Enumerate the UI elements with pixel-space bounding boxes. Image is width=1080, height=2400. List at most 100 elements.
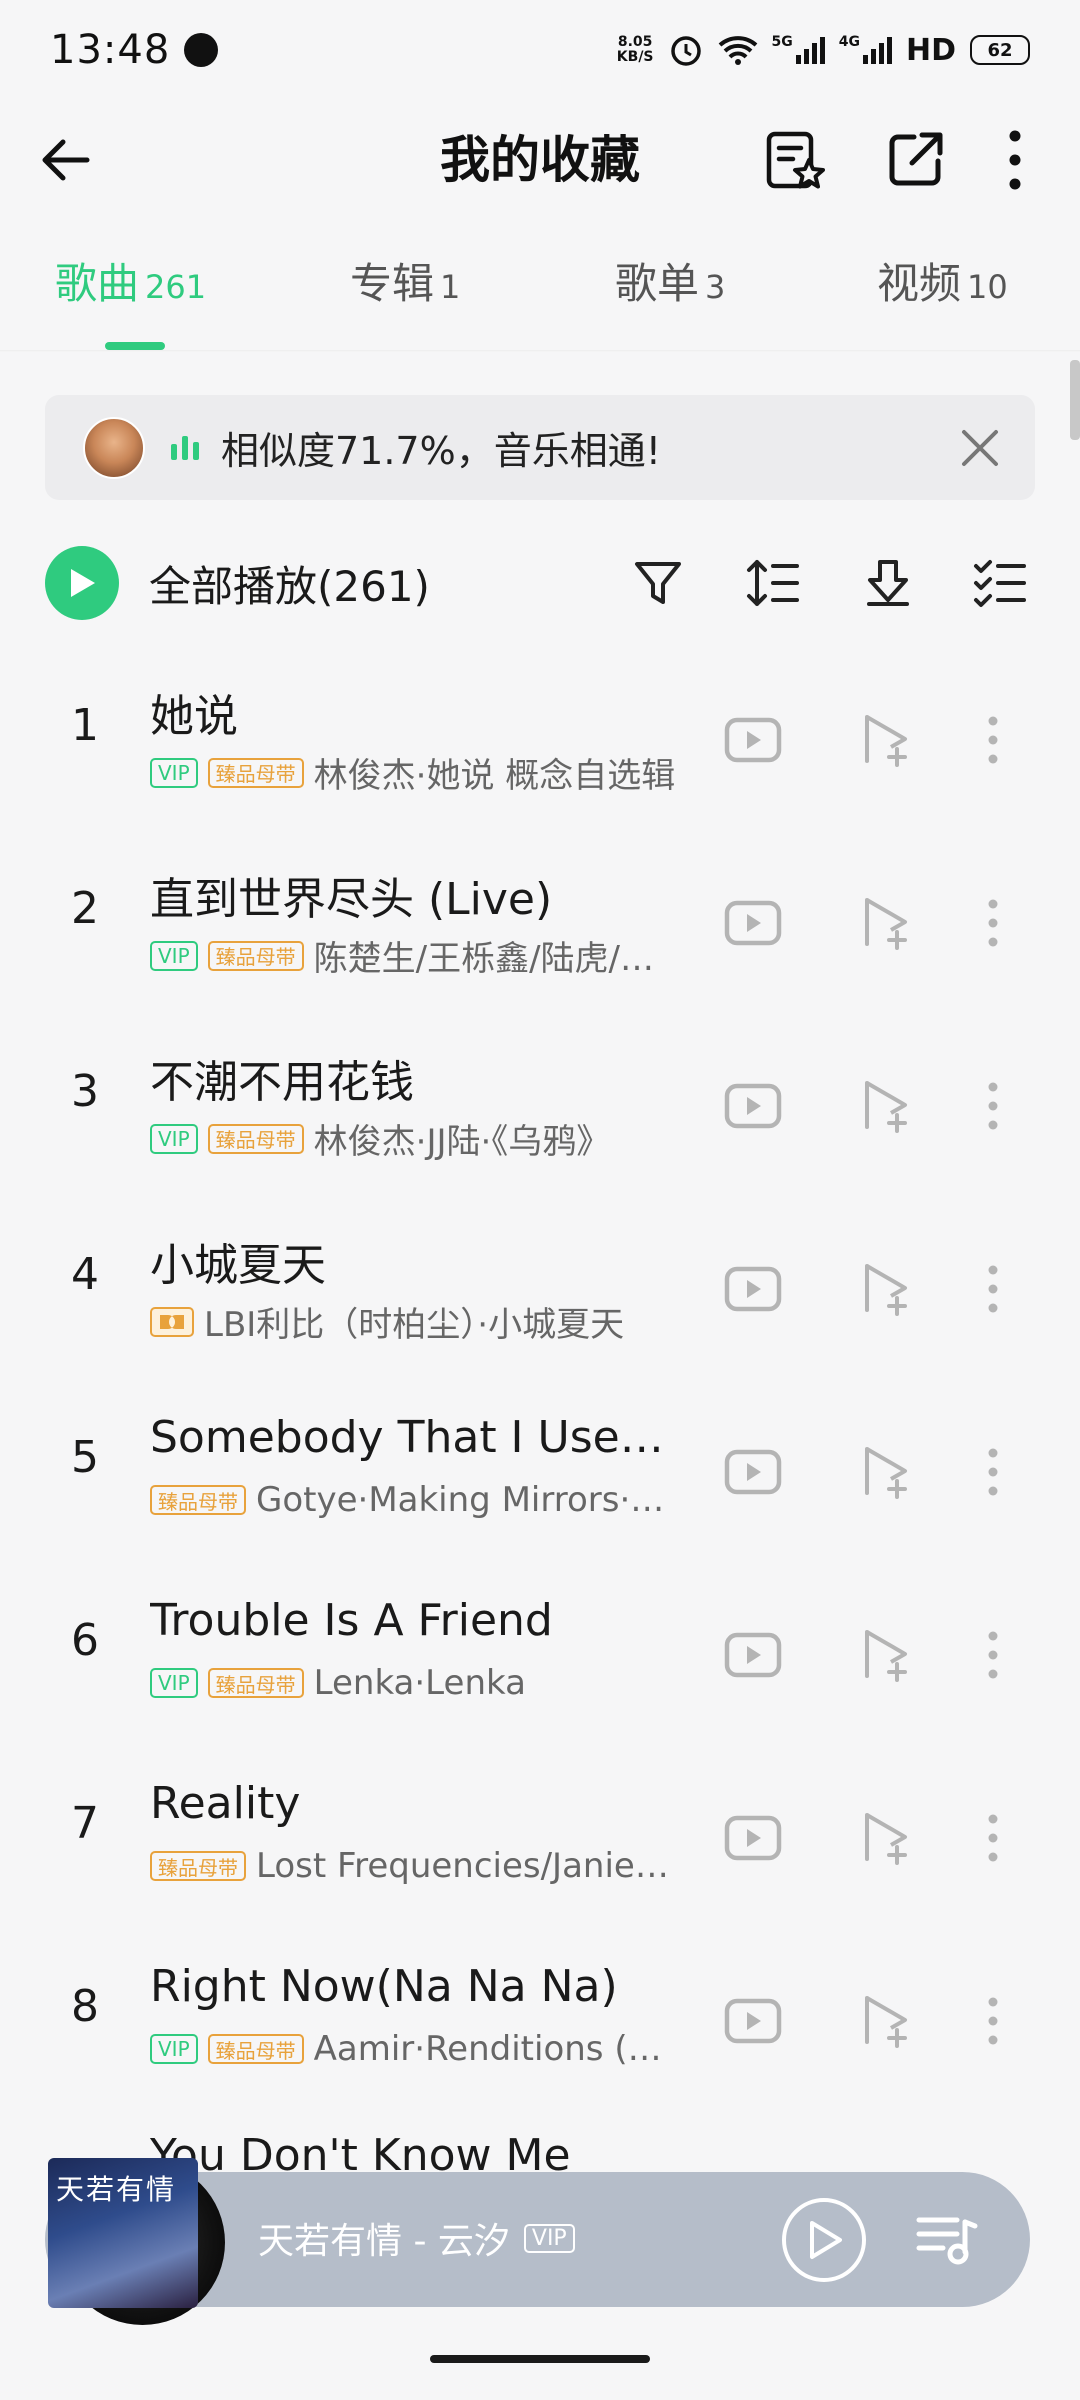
song-artist: 林俊杰·她说 概念自选辑	[313, 756, 676, 796]
equalizer-icon	[171, 435, 199, 460]
more-vertical-icon	[988, 1814, 998, 1862]
similarity-banner[interactable]: 相似度71.7%，音乐相通!	[45, 395, 1035, 500]
song-more-button[interactable]	[958, 1986, 1028, 2056]
mv-button[interactable]	[718, 1254, 788, 1324]
tab-albums[interactable]: 专辑 1	[350, 250, 460, 320]
song-more-button[interactable]	[958, 888, 1028, 958]
vip-badge: VIP	[150, 2034, 198, 2064]
song-meta: 臻品母带 Lost Frequencies/Janieck Devy	[150, 1846, 680, 1886]
more-vertical-icon	[988, 1265, 998, 1313]
song-artist: LBI利比（时柏尘）·小城夏天	[204, 1305, 625, 1345]
scrollbar-thumb[interactable]	[1070, 360, 1080, 440]
mv-button[interactable]	[718, 1803, 788, 1873]
album-cover[interactable]: 天若有情	[48, 2158, 198, 2308]
tab-playlists[interactable]: 歌单 3	[615, 250, 725, 320]
mv-button[interactable]	[718, 888, 788, 958]
video-play-icon	[724, 1083, 782, 1129]
banner-close-button[interactable]	[955, 423, 1005, 473]
tab-count: 10	[967, 268, 1008, 306]
mv-button[interactable]	[718, 1986, 788, 2056]
now-playing-text: 天若有情 - 云汐	[258, 2221, 510, 2262]
favorite-list-button[interactable]	[760, 125, 830, 195]
video-play-icon	[724, 900, 782, 946]
master-quality-badge: 臻品母带	[207, 940, 304, 971]
more-vertical-icon	[1009, 130, 1021, 190]
vip-badge: VIP	[150, 757, 198, 788]
song-title: Reality	[150, 1778, 301, 1829]
add-to-playlist-icon	[865, 898, 907, 950]
add-to-playlist-button[interactable]	[852, 1437, 922, 1507]
filter-button[interactable]	[623, 548, 693, 618]
add-to-playlist-button[interactable]	[852, 705, 922, 775]
status-bar: 13:48 8.05 KB/S 5G 4G HD 62	[0, 0, 1080, 100]
song-more-button[interactable]	[958, 1803, 1028, 1873]
video-play-icon	[724, 1815, 782, 1861]
multi-select-button[interactable]	[965, 548, 1035, 618]
song-more-button[interactable]	[958, 1620, 1028, 1690]
song-more-button[interactable]	[958, 1437, 1028, 1507]
more-vertical-icon	[988, 1997, 998, 2045]
now-playing-title[interactable]: 天若有情 - 云汐 VIP	[258, 2212, 575, 2264]
song-more-button[interactable]	[958, 1254, 1028, 1324]
net-speed: 8.05 KB/S	[617, 35, 654, 65]
add-to-playlist-icon	[865, 1996, 907, 2048]
song-row[interactable]: 5 Somebody That I Used To Know 臻品母带 Gotye…	[0, 1392, 1080, 1575]
checklist-icon	[974, 560, 1026, 607]
mv-button[interactable]	[718, 1620, 788, 1690]
share-button[interactable]	[880, 125, 950, 195]
mini-play-button[interactable]	[782, 2198, 866, 2282]
song-title: Right Now(Na Na Na)	[150, 1961, 618, 2012]
add-to-playlist-button[interactable]	[852, 888, 922, 958]
similarity-text: 相似度71.7%，音乐相通!	[221, 429, 661, 473]
song-row[interactable]: 6 Trouble Is A Friend VIP 臻品母带 Lenka·Lenka	[0, 1575, 1080, 1758]
more-button[interactable]	[980, 125, 1050, 195]
header: 我的收藏	[0, 100, 1080, 220]
master-quality-badge: 臻品母带	[150, 1851, 246, 1881]
add-to-playlist-button[interactable]	[852, 1803, 922, 1873]
master-quality-badge: 臻品母带	[150, 1485, 246, 1515]
mv-button[interactable]	[718, 1437, 788, 1507]
song-more-button[interactable]	[958, 1071, 1028, 1141]
tab-count: 1	[440, 268, 461, 306]
mv-button[interactable]	[718, 1071, 788, 1141]
home-indicator[interactable]	[430, 2355, 650, 2363]
vip-badge: VIP	[150, 1123, 198, 1154]
song-index: 2	[71, 883, 99, 934]
song-index: 4	[71, 1249, 99, 1300]
song-row[interactable]: 1 她说 VIP 臻品母带 林俊杰·她说 概念自选辑	[0, 660, 1080, 843]
song-row[interactable]: 8 Right Now(Na Na Na) VIP 臻品母带 Aamir·Rendi…	[0, 1941, 1080, 2124]
add-to-playlist-button[interactable]	[852, 1254, 922, 1324]
song-row[interactable]: 2 直到世界尽头 (Live) VIP 臻品母带 陈楚生/王栎鑫/陆虎/张远	[0, 843, 1080, 1026]
song-artist: 林俊杰·JJ陆·《乌鸦》	[313, 1122, 611, 1162]
tab-videos[interactable]: 视频 10	[877, 250, 1008, 320]
mv-button[interactable]	[718, 705, 788, 775]
song-more-button[interactable]	[958, 705, 1028, 775]
download-button[interactable]	[853, 548, 923, 618]
playlist-queue-button[interactable]	[912, 2205, 982, 2275]
song-row[interactable]: 3 不潮不用花钱 VIP 臻品母带 林俊杰·JJ陆·《乌鸦》	[0, 1026, 1080, 1209]
add-to-playlist-icon	[865, 1264, 907, 1316]
signal-5g-icon	[795, 37, 825, 64]
song-index: 3	[71, 1066, 99, 1117]
sort-button[interactable]	[738, 548, 808, 618]
video-play-icon	[724, 717, 782, 763]
play-all-label[interactable]: 全部播放(261)	[149, 553, 430, 614]
close-icon	[962, 430, 998, 466]
play-all-button[interactable]	[45, 546, 119, 620]
song-title: 不潮不用花钱	[150, 1057, 414, 1108]
tab-songs[interactable]: 歌曲 261	[55, 250, 206, 320]
song-row[interactable]: 4 小城夏天 LBI利比（时柏尘）·小城夏天	[0, 1209, 1080, 1392]
add-to-playlist-icon	[865, 1813, 907, 1865]
filter-icon	[635, 562, 681, 604]
song-meta: VIP 臻品母带 林俊杰·JJ陆·《乌鸦》	[150, 1114, 680, 1163]
status-icons: 8.05 KB/S 5G 4G HD 62	[617, 32, 1030, 68]
add-to-playlist-button[interactable]	[852, 1071, 922, 1141]
master-quality-badge: 臻品母带	[207, 2034, 304, 2064]
song-row[interactable]: 7 Reality 臻品母带 Lost Frequencies/Janieck D…	[0, 1758, 1080, 1941]
add-to-playlist-button[interactable]	[852, 1986, 922, 2056]
tab-label: 专辑	[350, 259, 435, 308]
more-vertical-icon	[988, 716, 998, 764]
signal-4g-label: 4G	[838, 34, 860, 50]
song-artist: Aamir·Renditions (Remix)	[313, 2029, 680, 2069]
add-to-playlist-button[interactable]	[852, 1620, 922, 1690]
